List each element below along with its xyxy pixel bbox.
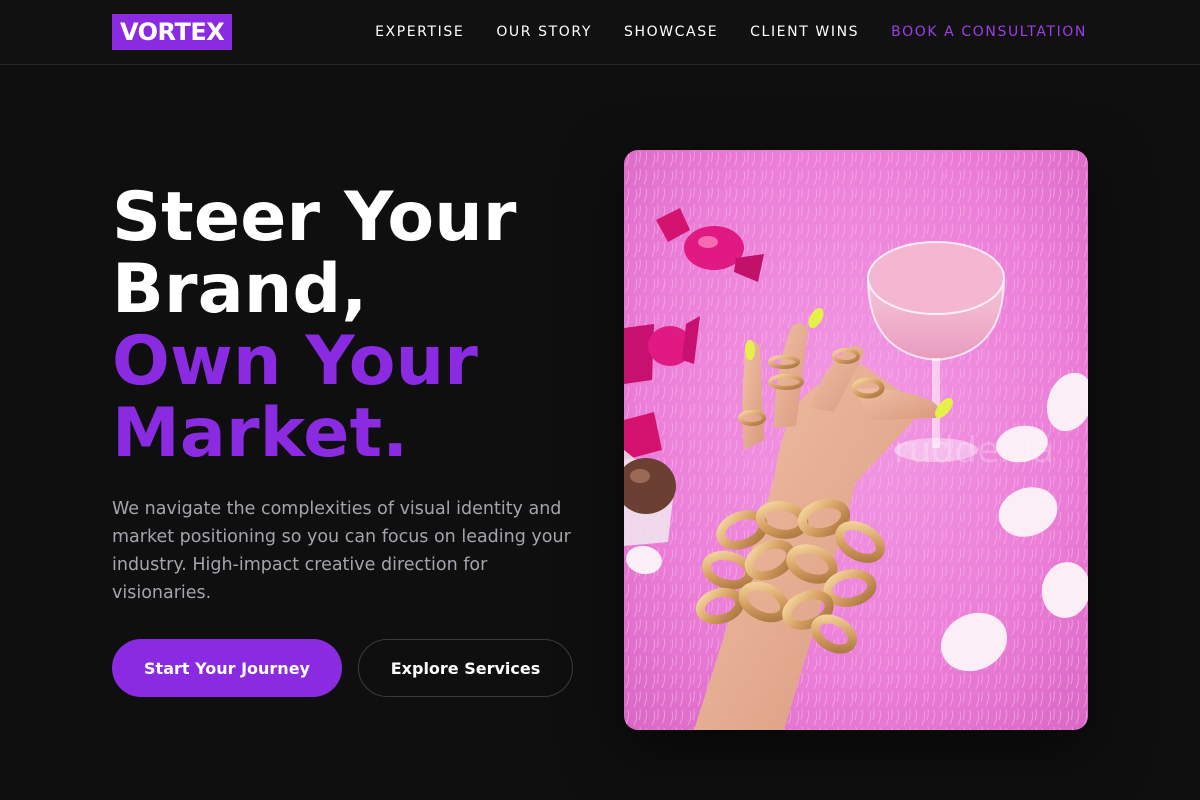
hero-image: rudder.la — [624, 150, 1088, 730]
nav-item-showcase[interactable]: SHOWCASE — [624, 24, 718, 40]
nav-item-expertise[interactable]: EXPERTISE — [375, 24, 464, 40]
hero-photo: rudder.la — [624, 150, 1088, 730]
hero-subtext: We navigate the complexities of visual i… — [112, 499, 571, 603]
nav-item-our-story[interactable]: OUR STORY — [496, 24, 592, 40]
logo[interactable]: VORTEX — [112, 14, 233, 50]
headline-line-3: Own Your — [112, 322, 478, 401]
image-watermark: rudder.la — [894, 430, 1054, 471]
nav-item-client-wins[interactable]: CLIENT WINS — [750, 24, 859, 40]
headline-line-2: Brand, — [112, 250, 368, 329]
headline-line-4: Market. — [112, 394, 409, 473]
headline-line-1: Steer Your — [112, 178, 517, 257]
nav-book-consultation-link[interactable]: BOOK A CONSULTATION — [891, 24, 1087, 40]
hero-cta-row: Start Your Journey Explore Services — [112, 639, 573, 697]
start-journey-button[interactable]: Start Your Journey — [112, 639, 342, 697]
explore-services-button[interactable]: Explore Services — [358, 639, 573, 697]
site-header: VORTEX EXPERTISE OUR STORY SHOWCASE CLIE… — [0, 0, 1200, 65]
main-nav: EXPERTISE OUR STORY SHOWCASE CLIENT WINS… — [375, 0, 1087, 64]
hero-headline: Steer Your Brand, Own Your Market. — [112, 182, 592, 470]
